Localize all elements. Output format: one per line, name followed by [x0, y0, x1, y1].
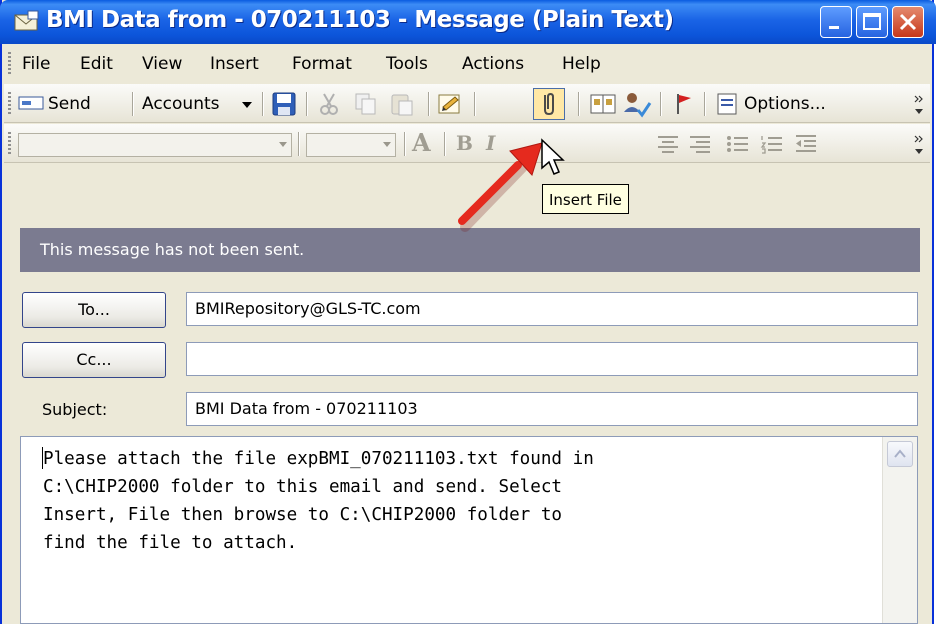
signature-icon[interactable] — [438, 92, 462, 116]
toolbar-separator — [660, 92, 661, 116]
toolbar-separator — [428, 92, 429, 116]
menu-bar: File Edit View Insert Format Tools Actio… — [2, 44, 932, 82]
toolbar-grip[interactable] — [8, 92, 11, 114]
chevron-down-icon — [279, 142, 287, 147]
chevron-down-icon — [383, 142, 391, 147]
to-button[interactable]: To... — [22, 292, 166, 328]
font-color-icon[interactable]: A — [412, 128, 431, 157]
cc-field[interactable] — [186, 342, 918, 376]
send-icon — [18, 96, 44, 110]
to-field[interactable]: BMIRepository@GLS-TC.com — [186, 292, 918, 326]
minimize-icon — [829, 26, 839, 29]
vertical-scrollbar[interactable] — [882, 437, 917, 623]
menu-help[interactable]: Help — [562, 54, 601, 74]
toolbar-separator — [474, 92, 475, 116]
message-text[interactable]: Please attach the file expBMI_070211103.… — [43, 445, 883, 557]
toolbar-overflow-icon[interactable] — [912, 130, 926, 158]
font-name-combo[interactable] — [18, 133, 292, 157]
send-button[interactable]: Send — [48, 94, 91, 114]
align-right-icon — [690, 136, 710, 153]
menu-view[interactable]: View — [142, 54, 182, 74]
options-icon — [717, 93, 737, 115]
subject-label: Subject: — [42, 400, 108, 419]
address-book-icon[interactable] — [590, 92, 616, 116]
save-icon[interactable] — [272, 92, 296, 116]
paste-icon — [391, 94, 413, 116]
window-title: BMI Data from - 070211103 - Message (Pla… — [46, 7, 674, 33]
subject-field[interactable]: BMI Data from - 070211103 — [186, 392, 918, 426]
body-line: Please attach the file expBMI_070211103.… — [43, 449, 594, 469]
close-button[interactable] — [892, 6, 924, 38]
cc-button[interactable]: Cc... — [22, 342, 166, 378]
menu-tools[interactable]: Tools — [386, 54, 428, 74]
copy-icon — [355, 93, 376, 115]
message-envelope-icon — [14, 10, 39, 31]
toolbar-separator — [298, 132, 299, 156]
chevron-up-icon — [894, 449, 906, 458]
align-center-icon — [658, 136, 678, 153]
check-names-icon[interactable] — [622, 90, 652, 118]
cut-icon — [320, 93, 338, 115]
flag-icon[interactable] — [674, 92, 694, 116]
accounts-button[interactable]: Accounts — [142, 94, 220, 114]
bullets-icon — [727, 136, 748, 152]
font-size-combo[interactable] — [306, 133, 396, 157]
menu-edit[interactable]: Edit — [80, 54, 113, 74]
toolbar-grip[interactable] — [8, 132, 11, 154]
toolbar-separator — [444, 132, 445, 156]
numbering-icon — [760, 136, 782, 154]
body-line: Insert, File then browse to C:\CHIP2000 … — [43, 505, 563, 525]
toolbar-separator — [578, 92, 579, 116]
toolbar-overflow-icon[interactable] — [912, 90, 926, 118]
toolbar-separator — [132, 92, 133, 116]
body-line: C:\CHIP2000 folder to this email and sen… — [43, 477, 563, 497]
menu-format[interactable]: Format — [292, 54, 352, 74]
paperclip-icon — [544, 92, 554, 116]
menu-grip[interactable] — [8, 52, 11, 74]
insert-file-tooltip: Insert File — [542, 184, 629, 214]
toolbar-separator — [404, 132, 405, 156]
standard-toolbar: Send Accounts Options... — [4, 84, 930, 123]
body-line: find the file to attach. — [43, 533, 298, 553]
menu-file[interactable]: File — [22, 54, 50, 74]
toolbar-separator — [262, 92, 263, 116]
message-body[interactable]: Please attach the file expBMI_070211103.… — [20, 436, 918, 624]
title-bar[interactable]: BMI Data from - 070211103 - Message (Pla… — [0, 0, 936, 44]
decrease-indent-icon — [796, 135, 816, 152]
minimize-button[interactable] — [820, 6, 852, 38]
toolbar-separator — [704, 92, 705, 116]
menu-insert[interactable]: Insert — [210, 54, 259, 74]
maximize-icon — [863, 13, 881, 30]
mouse-pointer-icon — [541, 138, 565, 175]
scroll-up-button[interactable] — [887, 441, 913, 467]
menu-actions[interactable]: Actions — [462, 54, 524, 74]
maximize-button[interactable] — [856, 6, 888, 38]
close-icon — [899, 13, 917, 31]
toolbar-separator — [306, 92, 307, 116]
chevron-down-icon — [242, 102, 252, 108]
insert-file-button[interactable] — [533, 88, 565, 120]
options-button[interactable]: Options... — [744, 94, 826, 114]
